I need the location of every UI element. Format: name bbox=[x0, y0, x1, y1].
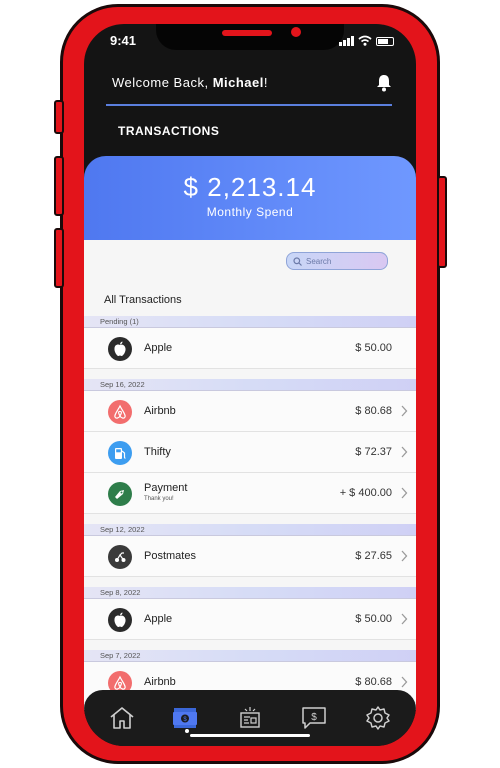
payment-icon bbox=[108, 482, 132, 506]
speaker bbox=[222, 30, 272, 36]
tab-spending[interactable]: $ bbox=[171, 704, 199, 732]
tab-bar: $ $ bbox=[84, 690, 416, 746]
chevron-right-icon[interactable] bbox=[400, 486, 408, 499]
group-spacer bbox=[84, 577, 416, 587]
transaction-row[interactable]: Apple $ 50.00 bbox=[84, 599, 416, 640]
transaction-row[interactable]: Thifty $ 72.37 bbox=[84, 432, 416, 473]
transaction-merchant: Airbnb bbox=[144, 405, 176, 417]
wifi-icon bbox=[358, 35, 372, 46]
notch bbox=[156, 24, 344, 50]
status-time: 9:41 bbox=[110, 33, 137, 48]
transaction-note: Thank you! bbox=[144, 496, 174, 502]
monthly-spend-label: Monthly Spend bbox=[206, 205, 294, 219]
chevron-right-icon[interactable] bbox=[400, 675, 408, 688]
transaction-merchant: Postmates bbox=[144, 550, 196, 562]
home-icon bbox=[110, 707, 134, 729]
apple-icon bbox=[108, 608, 132, 632]
status-icons bbox=[339, 35, 394, 46]
spend-summary-card: $ 2,213.14 Monthly Spend bbox=[84, 156, 416, 244]
transaction-amount: $ 27.65 bbox=[355, 550, 392, 562]
monthly-spend-amount: $ 2,213.14 bbox=[183, 172, 317, 202]
chevron-right-icon[interactable] bbox=[400, 549, 408, 562]
volume-up-button bbox=[54, 156, 64, 216]
search-input[interactable]: Search bbox=[286, 252, 388, 270]
header-divider bbox=[106, 104, 392, 106]
transaction-amount: + $ 400.00 bbox=[339, 487, 392, 499]
date-group-header: Sep 12, 2022 bbox=[84, 524, 416, 536]
apple-icon bbox=[108, 337, 132, 361]
bell-icon[interactable] bbox=[376, 74, 392, 92]
transaction-row[interactable]: Payment Thank you! + $ 400.00 bbox=[84, 473, 416, 514]
search-icon bbox=[293, 256, 302, 266]
svg-text:$: $ bbox=[311, 712, 317, 723]
transaction-amount: $ 80.68 bbox=[355, 676, 392, 688]
transactions-panel: Search All Transactions Pending (1) Apple… bbox=[84, 240, 416, 710]
transactions-list: Pending (1) Apple $ 50.00 Sep 16, 2022 Airbn… bbox=[84, 316, 416, 703]
transaction-row[interactable]: Airbnb $ 80.68 bbox=[84, 391, 416, 432]
search-placeholder: Search bbox=[306, 256, 332, 266]
transaction-merchant: Thifty bbox=[144, 446, 171, 458]
chevron-right-icon[interactable] bbox=[400, 445, 408, 458]
group-spacer bbox=[84, 514, 416, 524]
chevron-right-icon[interactable] bbox=[400, 404, 408, 417]
bills-icon bbox=[240, 707, 260, 728]
gas-pump-icon bbox=[108, 441, 132, 465]
tab-settings[interactable] bbox=[364, 704, 392, 732]
postmates-icon bbox=[108, 545, 132, 569]
date-group-header: Sep 16, 2022 bbox=[84, 379, 416, 391]
all-transactions-title: All Transactions bbox=[104, 294, 182, 306]
tab-bills[interactable] bbox=[236, 704, 264, 732]
transaction-amount: $ 50.00 bbox=[355, 613, 392, 625]
user-name: Michael bbox=[212, 75, 264, 90]
transaction-amount: $ 72.37 bbox=[355, 446, 392, 458]
chevron-right-icon[interactable] bbox=[400, 612, 408, 625]
chat-icon: $ bbox=[302, 707, 326, 729]
date-group-header: Pending (1) bbox=[84, 316, 416, 328]
camera bbox=[291, 27, 301, 37]
group-spacer bbox=[84, 369, 416, 379]
transaction-amount: $ 80.68 bbox=[355, 405, 392, 417]
date-group-header: Sep 7, 2022 bbox=[84, 650, 416, 662]
battery-icon bbox=[376, 37, 394, 46]
active-tab-indicator bbox=[185, 729, 189, 733]
tab-home[interactable] bbox=[108, 704, 136, 732]
transaction-row[interactable]: Apple $ 50.00 bbox=[84, 328, 416, 369]
volume-down-button bbox=[54, 228, 64, 288]
section-title: TRANSACTIONS bbox=[118, 124, 220, 138]
settings-icon bbox=[366, 706, 390, 730]
transaction-merchant: Apple bbox=[144, 342, 173, 354]
transaction-merchant: Airbnb bbox=[144, 676, 176, 688]
home-indicator[interactable] bbox=[190, 734, 310, 737]
money-icon: $ bbox=[173, 708, 197, 728]
group-spacer bbox=[84, 640, 416, 650]
tab-messages[interactable]: $ bbox=[300, 704, 328, 732]
transaction-merchant: Apple bbox=[144, 613, 173, 625]
airbnb-icon bbox=[108, 400, 132, 424]
transaction-amount: $ 50.00 bbox=[355, 342, 392, 354]
transaction-row[interactable]: Postmates $ 27.65 bbox=[84, 536, 416, 577]
mute-switch bbox=[54, 100, 64, 134]
signal-icon bbox=[339, 36, 354, 46]
welcome-message: Welcome Back, Michael! bbox=[112, 75, 268, 90]
power-button bbox=[437, 176, 447, 268]
screen: 9:41 Welcome Back, Michael! TRANSACTIONS… bbox=[84, 24, 416, 746]
date-group-header: Sep 8, 2022 bbox=[84, 587, 416, 599]
transaction-merchant: Payment bbox=[144, 482, 188, 494]
